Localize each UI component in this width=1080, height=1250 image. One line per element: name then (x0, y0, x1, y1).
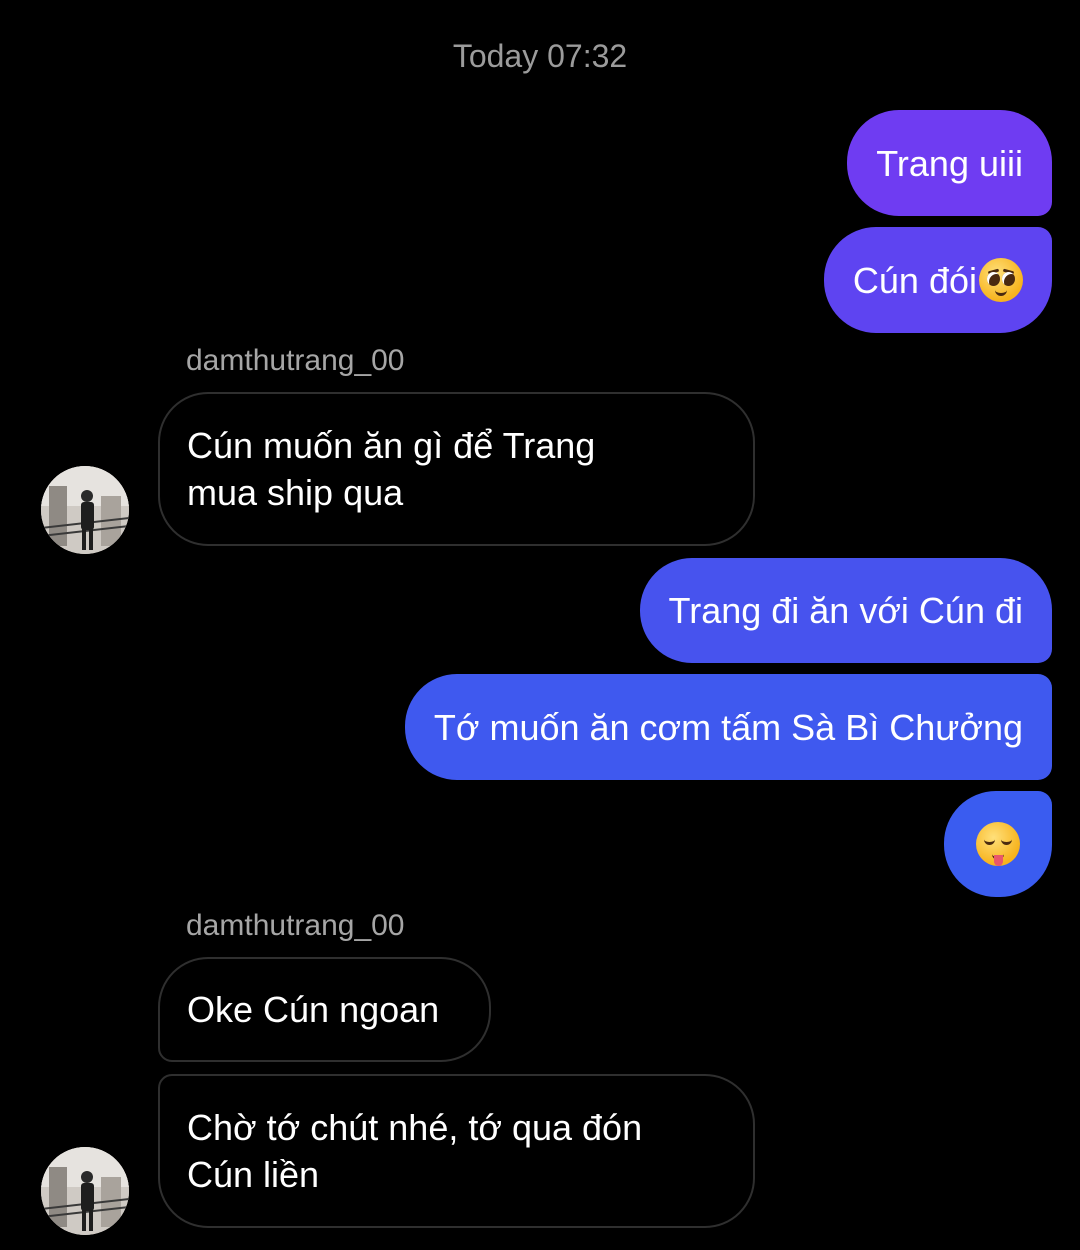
message-text: Trang đi ăn với Cún đi (668, 590, 1023, 631)
sender-avatar[interactable] (41, 1147, 129, 1235)
avatar-photo-icon (41, 466, 129, 554)
message-text: Oke Cún ngoan (187, 989, 440, 1030)
incoming-message-bubble[interactable]: Oke Cún ngoan (158, 957, 491, 1062)
message-text: Cún đói (852, 259, 977, 301)
outgoing-message-bubble[interactable]: Trang đi ăn với Cún đi (639, 558, 1052, 663)
sender-username: damthutrang_00 (186, 909, 405, 942)
message-text: Chờ tớ chút nhé, tớ qua đón Cún liền (187, 1107, 643, 1195)
pleading-face-emoji-icon (979, 258, 1023, 302)
sender-avatar[interactable] (41, 466, 129, 554)
chat-timestamp: Today 07:32 (452, 38, 628, 74)
outgoing-emoji-bubble[interactable] (944, 791, 1052, 897)
message-text: Tớ muốn ăn cơm tấm Sà Bì Chưởng (433, 706, 1023, 748)
sender-username: damthutrang_00 (186, 344, 405, 377)
drooling-face-emoji-icon (976, 822, 1020, 866)
incoming-message-bubble[interactable]: Chờ tớ chút nhé, tớ qua đón Cún liền (158, 1074, 755, 1228)
outgoing-message-bubble[interactable]: Cún đói (823, 227, 1052, 333)
outgoing-message-bubble[interactable]: Trang uiii (847, 110, 1052, 216)
message-text: Cún muốn ăn gì để Trang mua ship qua (187, 425, 596, 513)
incoming-message-bubble[interactable]: Cún muốn ăn gì để Trang mua ship qua (158, 392, 755, 546)
message-text: Trang uiii (876, 142, 1023, 184)
outgoing-message-bubble[interactable]: Tớ muốn ăn cơm tấm Sà Bì Chưởng (404, 674, 1052, 780)
avatar-photo-icon (41, 1147, 129, 1235)
